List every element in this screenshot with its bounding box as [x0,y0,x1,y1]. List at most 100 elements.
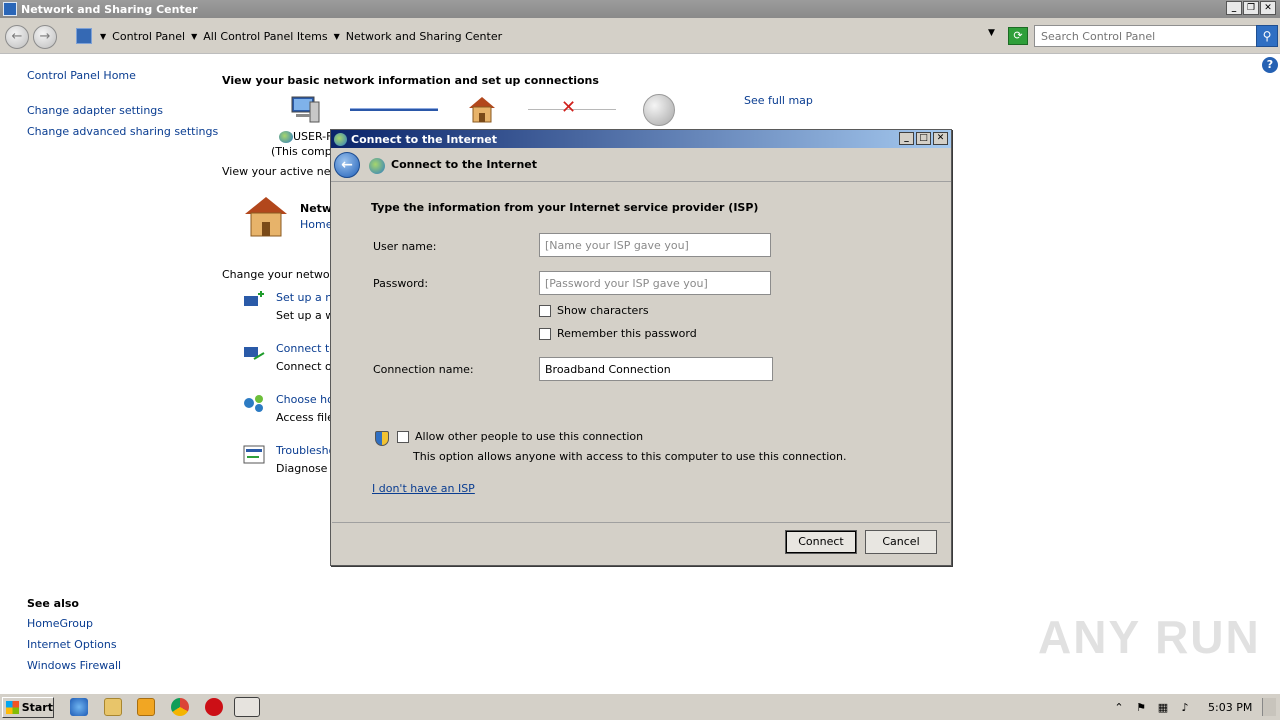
dialog-maximize-button[interactable]: □ [916,132,931,145]
chrome-icon[interactable] [171,698,189,716]
connect-button[interactable]: Connect [785,530,857,554]
internet-explorer-icon[interactable] [70,698,88,716]
remember-password-checkbox[interactable] [539,328,551,340]
chevron-down-icon[interactable]: ▼ [100,32,106,41]
address-bar[interactable]: ▼ Control Panel ▼ All Control Panel Item… [70,24,1004,48]
computer-name: USER-F [279,130,330,143]
clock[interactable]: 5:03 PM [1208,701,1252,714]
close-button[interactable]: ✕ [1260,1,1276,15]
remember-password-label[interactable]: Remember this password [557,327,697,340]
change-settings-heading: Change your networki [222,268,330,281]
link-change-advanced-sharing[interactable]: Change advanced sharing settings [27,125,218,138]
network-icon [369,158,385,174]
start-label: Start [21,701,53,714]
allow-others-description: This option allows anyone with access to… [413,450,847,463]
see-full-map-link[interactable]: See full map [744,94,813,107]
link-control-panel-home[interactable]: Control Panel Home [27,69,136,82]
task-homegroup-link[interactable]: Choose hor [276,393,330,406]
search-input[interactable] [1034,25,1258,47]
disconnected-x-icon: ✕ [561,97,577,118]
breadcrumb-control-panel[interactable]: Control Panel [112,30,185,43]
network-name: Netw [300,202,330,215]
breadcrumb-network-center[interactable]: Network and Sharing Center [346,30,502,43]
address-history-dropdown[interactable]: ▼ [988,28,995,38]
dialog-close-button[interactable]: ✕ [933,132,948,145]
media-player-icon[interactable] [137,698,155,716]
link-internet-options[interactable]: Internet Options [27,638,117,651]
connect-internet-dialog: Connect to the Internet _ □ ✕ ← Connect … [330,129,952,566]
flag-icon[interactable]: ⚑ [1134,701,1148,715]
active-networks-heading: View your active netw [222,165,330,178]
connection-name-input[interactable] [539,357,773,381]
dialog-title-bar: Connect to the Internet _ □ ✕ [331,130,951,148]
dialog-back-button[interactable]: ← [334,152,360,178]
show-characters-label[interactable]: Show characters [557,304,649,317]
task-setup-desc: Set up a wi [276,309,330,322]
username-input[interactable] [539,233,771,257]
control-panel-icon [76,28,92,44]
system-tray: ⌃ ⚑ ▦ ♪ [1104,696,1280,719]
setup-connection-icon [244,291,264,306]
task-troubleshoot-desc: Diagnose a [276,462,330,475]
breadcrumb-all-items[interactable]: All Control Panel Items [203,30,327,43]
minimize-button[interactable]: _ [1226,1,1242,15]
isp-heading: Type the information from your Internet … [371,201,759,214]
page-heading: View your basic network information and … [222,74,599,87]
window-title: Network and Sharing Center [21,2,198,16]
homegroup-icon [244,395,263,412]
watermark-logo: ANY RUN [1038,611,1261,663]
network-icon [334,132,347,146]
back-button[interactable]: ← [5,25,29,49]
dialog-minimize-button[interactable]: _ [899,132,914,145]
password-label: Password: [373,277,429,290]
start-button[interactable]: Start [2,697,54,718]
windows-logo-icon [6,701,19,714]
computer-subtitle: (This compu [271,145,330,158]
username-label: User name: [373,240,437,253]
forward-button[interactable]: → [33,25,57,49]
file-explorer-icon[interactable] [104,698,122,716]
troubleshoot-icon [243,445,265,464]
taskbar: Start ⌃ ⚑ ▦ ♪ 5:03 PM [0,693,1280,720]
show-characters-checkbox[interactable] [539,305,551,317]
opera-icon[interactable] [205,698,223,716]
dialog-header-title: Connect to the Internet [391,158,538,171]
see-also-heading: See also [27,597,79,610]
address-toolbar: ← → ▼ Control Panel ▼ All Control Panel … [0,18,1280,54]
link-windows-firewall[interactable]: Windows Firewall [27,659,121,672]
allow-others-label[interactable]: Allow other people to use this connectio… [415,430,643,443]
network-tray-icon[interactable]: ▦ [1156,701,1170,715]
home-network-icon [469,97,495,123]
task-homegroup-desc: Access files [276,411,330,424]
password-input[interactable] [539,271,771,295]
show-hidden-icons-icon[interactable]: ⌃ [1112,701,1126,715]
chevron-down-icon[interactable]: ▼ [334,32,340,41]
connection-name-label: Connection name: [373,363,474,376]
task-setup-link[interactable]: Set up a ne [276,291,330,304]
home-network-large-icon [245,197,287,237]
dialog-title: Connect to the Internet [351,132,498,146]
internet-globe-icon [643,94,675,126]
task-troubleshoot-link[interactable]: Troublesho [276,444,330,457]
search-icon[interactable]: ⚲ [1256,25,1278,47]
dialog-header: ← Connect to the Internet [331,149,951,182]
chevron-down-icon[interactable]: ▼ [191,32,197,41]
window-title-bar: Network and Sharing Center _ ❐ ✕ [0,0,1280,18]
show-desktop-button[interactable] [1262,698,1276,716]
link-homegroup[interactable]: HomeGroup [27,617,93,630]
network-icon [279,131,293,143]
task-connect-link[interactable]: Connect to [276,342,330,355]
network-center-taskbar-icon[interactable] [234,697,260,717]
help-icon[interactable]: ? [1262,57,1278,73]
uac-shield-icon [375,431,389,446]
cancel-button[interactable]: Cancel [865,530,937,554]
volume-icon[interactable]: ♪ [1178,701,1192,715]
link-change-adapter-settings[interactable]: Change adapter settings [27,104,163,117]
restore-button[interactable]: ❐ [1243,1,1259,15]
allow-others-checkbox[interactable] [397,431,409,443]
connection-line-ok [350,108,438,111]
refresh-button[interactable]: ⟳ [1008,27,1028,45]
network-type-link[interactable]: Home [300,218,330,231]
no-isp-link[interactable]: I don't have an ISP [372,482,475,495]
computer-icon [291,96,320,123]
